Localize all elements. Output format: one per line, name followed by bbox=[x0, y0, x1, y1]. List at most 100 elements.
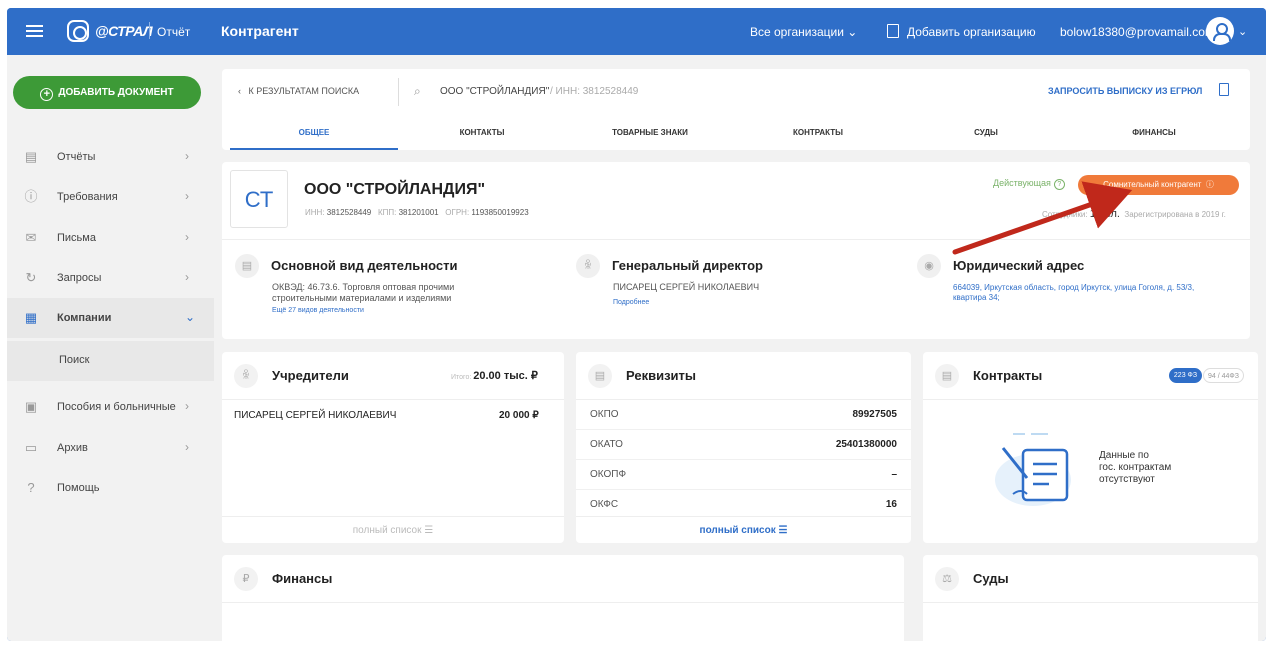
sidebar: + ДОБАВИТЬ ДОКУМЕНТ ▤ Отчёты › ⓘ Требования ›… bbox=[7, 55, 214, 641]
requisite-key: ОКФС bbox=[590, 499, 619, 510]
clipboard-icon: ▣ bbox=[24, 399, 38, 414]
panel-header: ▤ Реквизиты bbox=[576, 352, 911, 400]
sidebar-item-companies[interactable]: ▦ Компании ⌄ bbox=[7, 298, 214, 338]
envelope-icon: ✉ bbox=[25, 230, 37, 245]
search-icon[interactable]: ⌕ bbox=[414, 84, 421, 99]
sidebar-item-letters[interactable]: ✉ Письма › bbox=[7, 218, 214, 258]
divider bbox=[398, 78, 399, 106]
archive-icon: ▭ bbox=[24, 440, 38, 455]
sidebar-item-label: Запросы bbox=[57, 272, 102, 284]
chevron-right-icon: › bbox=[185, 270, 189, 284]
tab-contacts[interactable]: КОНТАКТЫ bbox=[398, 128, 566, 150]
sidebar-item-reports[interactable]: ▤ Отчёты › bbox=[7, 137, 214, 177]
back-to-results-link[interactable]: ‹ К РЕЗУЛЬТАТАМ ПОИСКА bbox=[238, 86, 359, 96]
logo-icon[interactable] bbox=[67, 20, 89, 42]
employees-label: Сотрудники: bbox=[1042, 210, 1088, 219]
inn-label: ИНН: bbox=[305, 208, 325, 217]
chevron-right-icon: › bbox=[185, 399, 189, 413]
tab-contracts[interactable]: КОНТРАКТЫ bbox=[734, 128, 902, 150]
question-icon[interactable]: ? bbox=[1053, 179, 1065, 190]
employees-value: 1 чел. bbox=[1089, 208, 1120, 220]
requisite-value: 16 bbox=[885, 499, 897, 510]
sidebar-item-archive[interactable]: ▭ Архив › bbox=[7, 428, 214, 468]
document-icon: ▤ bbox=[24, 149, 38, 164]
tab-finance[interactable]: ФИНАНСЫ bbox=[1070, 128, 1238, 150]
director-more-link[interactable]: Подробнее bbox=[613, 299, 649, 306]
more-activities-link[interactable]: Ещё 27 видов деятельности bbox=[272, 307, 364, 314]
divider bbox=[222, 239, 1250, 240]
panel-header: ₽ Финансы bbox=[222, 555, 904, 603]
founders-full-list-link[interactable]: полный список ☰ bbox=[222, 516, 564, 543]
search-company-name[interactable]: ООО "СТРОЙЛАНДИЯ" bbox=[440, 86, 549, 97]
finance-panel: ₽ Финансы bbox=[222, 555, 904, 641]
request-egrul-button[interactable]: ЗАПРОСИТЬ ВЫПИСКУ ИЗ ЕГРЮЛ bbox=[1048, 86, 1202, 96]
add-document-button[interactable]: + ДОБАВИТЬ ДОКУМЕНТ bbox=[13, 76, 201, 109]
sidebar-item-label: Требования bbox=[57, 191, 118, 203]
search-company-inn: / ИНН: 3812528449 bbox=[550, 86, 639, 97]
courts-title: Суды bbox=[973, 571, 1009, 586]
gavel-icon: ⚖ bbox=[935, 567, 959, 591]
founders-panel: ꆜ Учредители Итого: 20.00 тыс. ₽ ПИСАРЕЦ… bbox=[222, 352, 564, 543]
document-icon[interactable] bbox=[1219, 83, 1229, 96]
address-text[interactable]: 664039, Иркутская область, город Иркутск… bbox=[953, 283, 1225, 303]
sidebar-item-benefits[interactable]: ▣ Пособия и больничные › bbox=[7, 387, 214, 427]
org-selector[interactable]: Все организации ⌄ bbox=[750, 25, 857, 39]
contract-illustration-icon bbox=[995, 433, 1071, 506]
main-content: ‹ К РЕЗУЛЬТАТАМ ПОИСКА ⌕ ООО "СТРОЙЛАНДИ… bbox=[214, 55, 1266, 641]
address-title: Юридический адрес bbox=[953, 258, 1085, 273]
sidebar-item-help[interactable]: ? Помощь bbox=[7, 468, 214, 508]
user-email[interactable]: bolow18380@provamail.com bbox=[1060, 25, 1215, 39]
requisites-panel: ▤ Реквизиты ОКПО 89927505 ОКАТО 2540138000… bbox=[576, 352, 911, 543]
activity-title: Основной вид деятельности bbox=[271, 258, 458, 273]
founders-title: Учредители bbox=[272, 368, 349, 383]
app-window: @СТРАЛ Отчёт Контрагент Все организации … bbox=[7, 8, 1266, 641]
chevron-right-icon: › bbox=[185, 189, 189, 203]
sidebar-subitem-search[interactable]: Поиск bbox=[7, 341, 214, 381]
tab-courts[interactable]: СУДЫ bbox=[902, 128, 1070, 150]
company-icon: ▦ bbox=[24, 310, 38, 325]
suspect-counterparty-badge[interactable]: Сомнительный контрагент ⓘ bbox=[1078, 175, 1239, 195]
chevron-down-icon: ⌄ bbox=[185, 310, 196, 324]
chevron-right-icon: › bbox=[185, 440, 189, 454]
founders-total: Итого: 20.00 тыс. ₽ bbox=[451, 369, 538, 382]
product-name: Отчёт bbox=[157, 25, 191, 39]
founder-name: ПИСАРЕЦ СЕРГЕЙ НИКОЛАЕВИЧ bbox=[234, 410, 397, 421]
director-title: Генеральный директор bbox=[612, 258, 763, 273]
requisite-value: 89927505 bbox=[852, 409, 898, 420]
user-avatar-icon[interactable] bbox=[1206, 17, 1234, 45]
requisite-row: ОКАТО 25401380000 bbox=[576, 430, 911, 460]
chevron-down-icon: ⌄ bbox=[847, 25, 858, 39]
sidebar-item-requests[interactable]: ↻ Запросы › bbox=[7, 258, 214, 298]
building-icon[interactable] bbox=[887, 24, 899, 38]
tab-trademarks[interactable]: ТОВАРНЫЕ ЗНАКИ bbox=[566, 128, 734, 150]
chevron-down-icon[interactable]: ⌄ bbox=[1238, 25, 1247, 38]
sidebar-item-label: Отчёты bbox=[57, 151, 96, 163]
finance-title: Финансы bbox=[272, 571, 333, 586]
requisites-icon: ▤ bbox=[588, 364, 612, 388]
chevron-right-icon: › bbox=[185, 149, 189, 163]
brand-name[interactable]: @СТРАЛ bbox=[95, 23, 153, 39]
top-bar: @СТРАЛ Отчёт Контрагент Все организации … bbox=[7, 8, 1266, 55]
ruble-icon: ₽ bbox=[234, 567, 258, 591]
badge-44fz[interactable]: 94 / 44ФЗ bbox=[1203, 368, 1244, 383]
company-initials-logo: СТ bbox=[230, 170, 288, 228]
tab-general[interactable]: ОБЩЕЕ bbox=[230, 128, 398, 150]
inn-value: 3812528449 bbox=[326, 208, 372, 217]
brand-separator bbox=[149, 22, 150, 39]
employees-info: Сотрудники: 1 чел. Зарегистрирована в 20… bbox=[1042, 208, 1226, 220]
kpp-label: КПП: bbox=[377, 208, 397, 217]
sidebar-item-label: Письма bbox=[57, 232, 96, 244]
sidebar-item-label: Поиск bbox=[59, 354, 90, 366]
empty-line: отсутствуют bbox=[1099, 474, 1155, 485]
ogrn-label: ОГРН: bbox=[445, 208, 470, 217]
sidebar-item-requirements[interactable]: ⓘ Требования › bbox=[7, 177, 214, 217]
badge-223fz[interactable]: 223 ФЗ bbox=[1169, 368, 1202, 383]
sidebar-item-label: Пособия и больничные bbox=[57, 401, 176, 413]
contracts-empty-message: Данные по гос. контрактам отсутствуют bbox=[1099, 450, 1171, 486]
contracts-icon: ▤ bbox=[935, 364, 959, 388]
registered-info: Зарегистрирована в 2019 г. bbox=[1124, 210, 1226, 219]
add-organization-link[interactable]: Добавить организацию bbox=[907, 25, 1036, 39]
requisites-full-list-link[interactable]: полный список ☰ bbox=[576, 516, 911, 543]
status-label: Действующая bbox=[993, 178, 1051, 188]
menu-icon[interactable] bbox=[26, 25, 43, 37]
